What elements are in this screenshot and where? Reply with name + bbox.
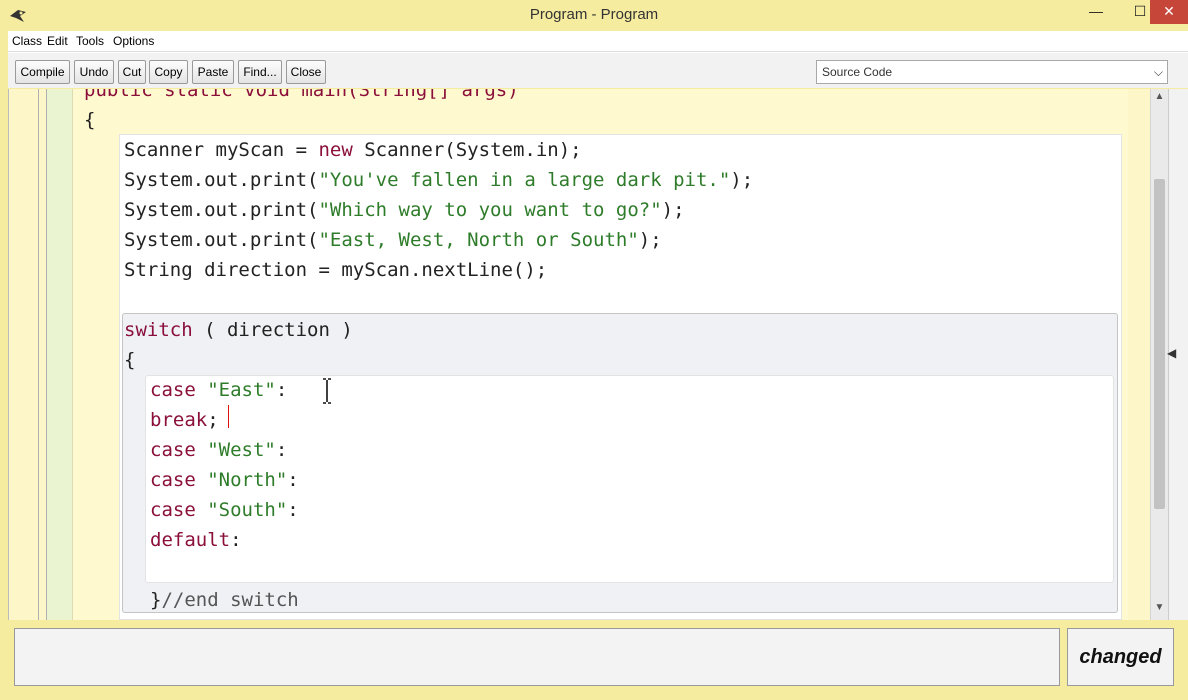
code-line-switch-open: { xyxy=(124,349,136,371)
paste-button[interactable]: Paste xyxy=(192,60,234,84)
code-line-scanner: Scanner myScan = new Scanner(System.in); xyxy=(124,139,582,161)
text-caret xyxy=(228,405,229,428)
code-line-case-east: case "East": xyxy=(150,379,288,401)
code-line-method-header: public static void main(String[] args) xyxy=(84,89,519,101)
close-window-button[interactable]: ✕ xyxy=(1150,0,1188,24)
code-line-break: break; xyxy=(150,409,219,431)
menu-edit[interactable]: Edit xyxy=(47,34,68,48)
vertical-scrollbar[interactable]: ▲ ▼ xyxy=(1150,89,1168,620)
code-line-case-north: case "North": xyxy=(150,469,299,491)
code-line-case-west: case "West": xyxy=(150,439,288,461)
code-line-end-switch: }//end switch xyxy=(150,589,299,611)
view-select-value: Source Code xyxy=(822,65,893,79)
close-button[interactable]: Close xyxy=(286,60,326,84)
find-button[interactable]: Find... xyxy=(238,60,282,84)
toolbar: Compile Undo Cut Copy Paste Find... Clos… xyxy=(8,52,1188,88)
code-line-case-south: case "South": xyxy=(150,499,299,521)
scroll-thumb[interactable] xyxy=(1154,179,1165,509)
code-line-string-direction: String direction = myScan.nextLine(); xyxy=(124,259,548,281)
close-icon: ✕ xyxy=(1163,3,1175,19)
status-message-area xyxy=(14,628,1060,686)
code-editor[interactable]: public static void main(String[] args) {… xyxy=(8,89,1172,620)
menu-options[interactable]: Options xyxy=(113,34,154,48)
code-line-print-3: System.out.print("East, West, North or S… xyxy=(124,229,662,251)
collapse-left-icon[interactable]: ◀ xyxy=(1167,346,1176,360)
scroll-down-icon[interactable]: ▼ xyxy=(1151,602,1168,616)
menu-bar: Class Edit Tools Options xyxy=(8,31,1188,52)
code-line-open-brace: { xyxy=(84,109,96,131)
editor-margin-line xyxy=(38,89,39,620)
cut-button[interactable]: Cut xyxy=(118,60,146,84)
window-title: Program - Program xyxy=(529,6,659,23)
view-select[interactable]: Source Code ⌵ xyxy=(816,60,1168,84)
code-line-default: default: xyxy=(150,529,242,551)
compile-button[interactable]: Compile xyxy=(15,60,70,84)
menu-tools[interactable]: Tools xyxy=(76,34,104,48)
minimize-button[interactable]: — xyxy=(1074,0,1118,24)
chevron-down-icon: ⌵ xyxy=(1153,65,1163,79)
code-line-print-1: System.out.print("You've fallen in a lar… xyxy=(124,169,754,191)
undo-button[interactable]: Undo xyxy=(74,60,114,84)
changed-status-badge: changed xyxy=(1067,628,1174,686)
menu-class[interactable]: Class xyxy=(12,34,42,48)
code-line-switch: switch ( direction ) xyxy=(124,319,353,341)
copy-button[interactable]: Copy xyxy=(149,60,188,84)
code-line-print-2: System.out.print("Which way to you want … xyxy=(124,199,685,221)
ibeam-cursor-icon xyxy=(323,378,331,404)
scroll-up-icon[interactable]: ▲ xyxy=(1151,91,1168,105)
title-bar: Program - Program — ☐ ✕ xyxy=(0,0,1188,31)
class-scope-strip xyxy=(47,89,72,620)
